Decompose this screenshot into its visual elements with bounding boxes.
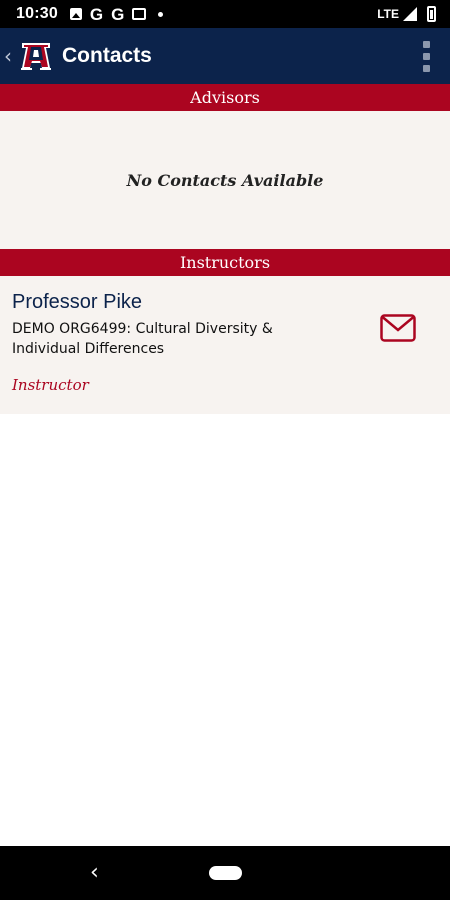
advisors-list: No Contacts Available — [0, 111, 450, 249]
advisors-header: Advisors — [0, 84, 450, 111]
signal-icon — [403, 7, 417, 21]
instructors-header: Instructors — [0, 249, 450, 276]
battery-icon — [427, 6, 436, 22]
status-time: 10:30 — [16, 5, 58, 22]
back-triangle-icon[interactable]: ‹ — [90, 860, 99, 885]
image-icon — [69, 8, 82, 20]
status-bar: 10:30 G G LTE — [0, 0, 450, 28]
contact-course: DEMO ORG6499: Cultural Diversity & Indiv… — [12, 321, 273, 357]
university-of-arizona-logo[interactable] — [20, 41, 52, 71]
email-icon[interactable] — [380, 314, 416, 342]
google-icon: G — [89, 4, 104, 24]
overflow-menu-icon[interactable] — [423, 40, 430, 72]
navigation-bar: ‹ — [0, 846, 450, 900]
contact-role: Instructor — [12, 376, 89, 394]
contact-name: Professor Pike — [12, 291, 143, 313]
home-pill-icon[interactable] — [209, 866, 242, 880]
empty-state-message: No Contacts Available — [126, 170, 324, 190]
dot-icon — [158, 11, 164, 17]
app-bar: ‹ Contacts — [0, 28, 450, 84]
lte-icon: LTE — [377, 7, 399, 21]
chevron-left-icon[interactable]: ‹ — [4, 44, 18, 68]
google-icon: G — [111, 4, 125, 24]
message-icon — [132, 8, 147, 20]
system-icons: LTE — [377, 6, 436, 22]
contact-card[interactable]: Professor Pike DEMO ORG6499: Cultural Di… — [0, 276, 450, 414]
page-title: Contacts — [62, 44, 152, 67]
notification-icons: G G — [69, 4, 164, 24]
